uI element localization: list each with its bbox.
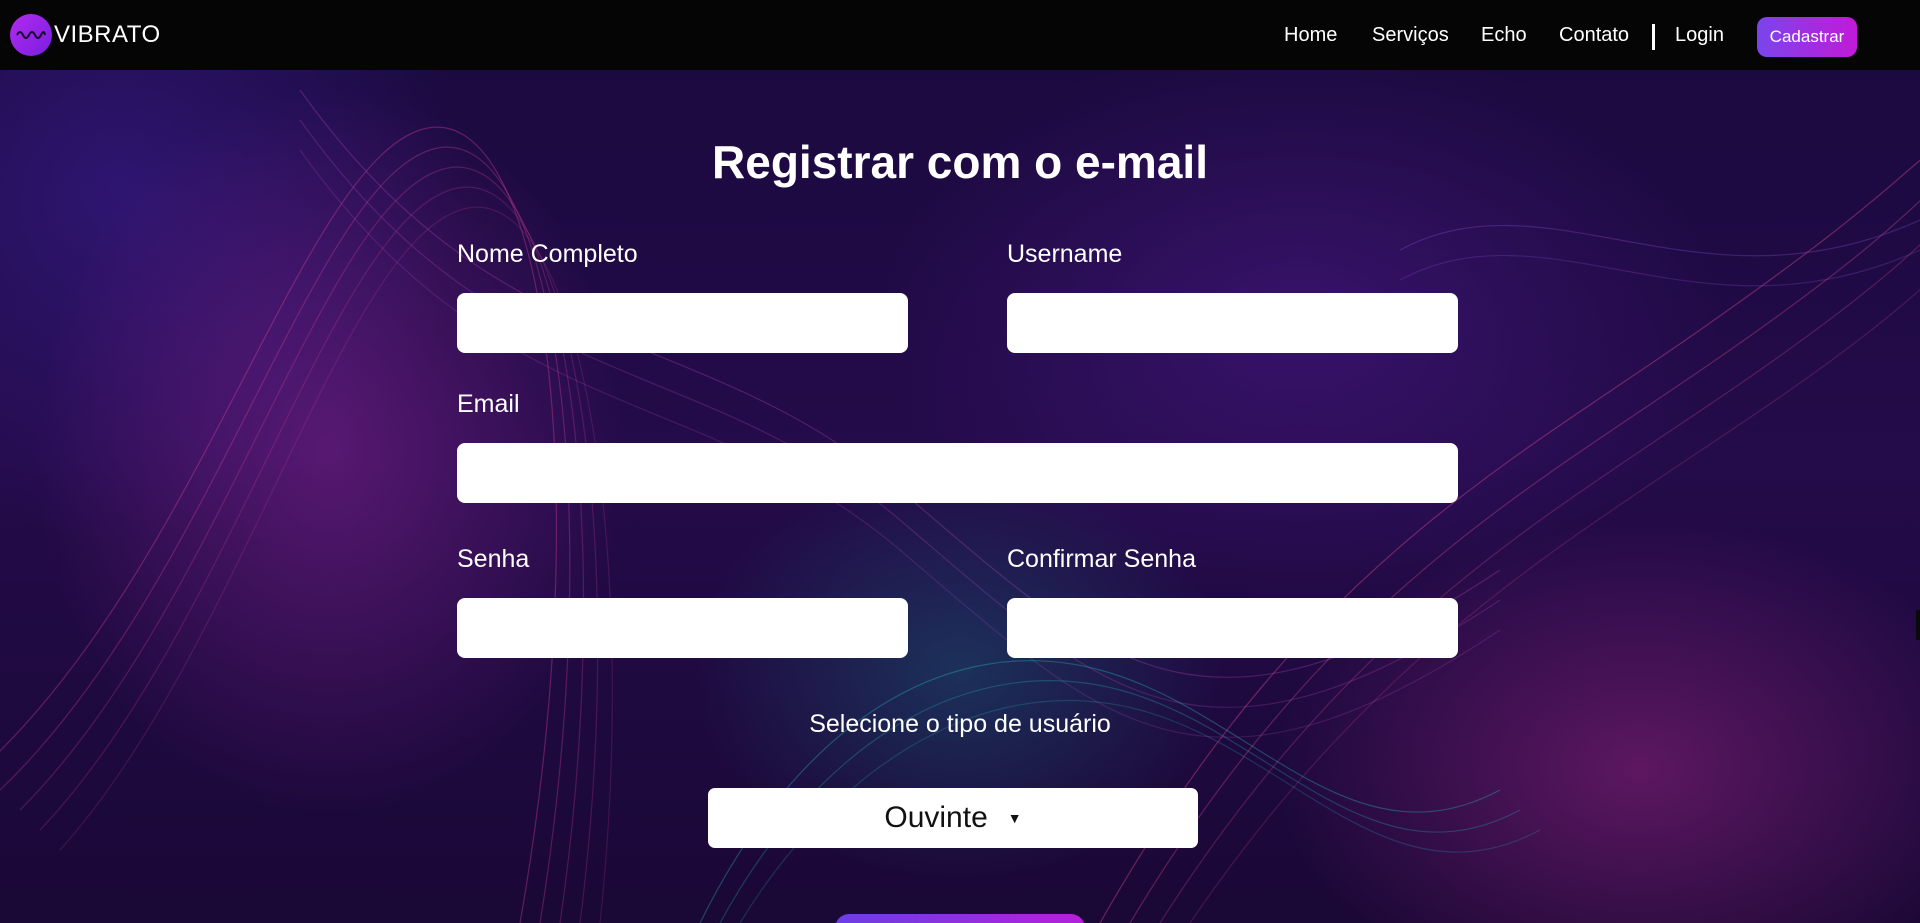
username-label: Username: [1007, 240, 1123, 268]
senha-label: Senha: [457, 545, 530, 573]
nav-login-link[interactable]: Login: [1675, 24, 1724, 47]
tipo-usuario-select[interactable]: Ouvinte ▼: [708, 788, 1198, 848]
brand[interactable]: VIBRATO: [10, 14, 161, 56]
nav-echo-link[interactable]: Echo: [1481, 24, 1527, 47]
username-input[interactable]: [1007, 293, 1458, 353]
cadastrar-button[interactable]: Cadastrar: [1757, 17, 1857, 57]
sound-wave-icon: [10, 14, 52, 56]
scrollbar-edge: [1916, 610, 1920, 640]
submit-button[interactable]: [835, 914, 1085, 923]
email-input[interactable]: [457, 443, 1458, 503]
tipo-usuario-selected-value: Ouvinte: [884, 801, 988, 834]
senha-input[interactable]: [457, 598, 908, 658]
email-label: Email: [457, 390, 520, 418]
navbar: VIBRATO Home Serviços Echo Contato Login…: [0, 0, 1920, 70]
dropdown-arrow-icon: ▼: [1007, 810, 1022, 826]
nav-contato-link[interactable]: Contato: [1559, 24, 1629, 47]
nav-divider: [1652, 24, 1655, 50]
confirmar-senha-label: Confirmar Senha: [1007, 545, 1196, 573]
nav-home-link[interactable]: Home: [1284, 24, 1337, 47]
confirmar-senha-input[interactable]: [1007, 598, 1458, 658]
page-title: Registrar com o e-mail: [712, 136, 1208, 188]
nome-completo-label: Nome Completo: [457, 240, 638, 268]
nav-servicos-link[interactable]: Serviços: [1372, 24, 1449, 47]
nome-completo-input[interactable]: [457, 293, 908, 353]
brand-name: VIBRATO: [54, 21, 161, 48]
tipo-usuario-label: Selecione o tipo de usuário: [809, 710, 1111, 738]
